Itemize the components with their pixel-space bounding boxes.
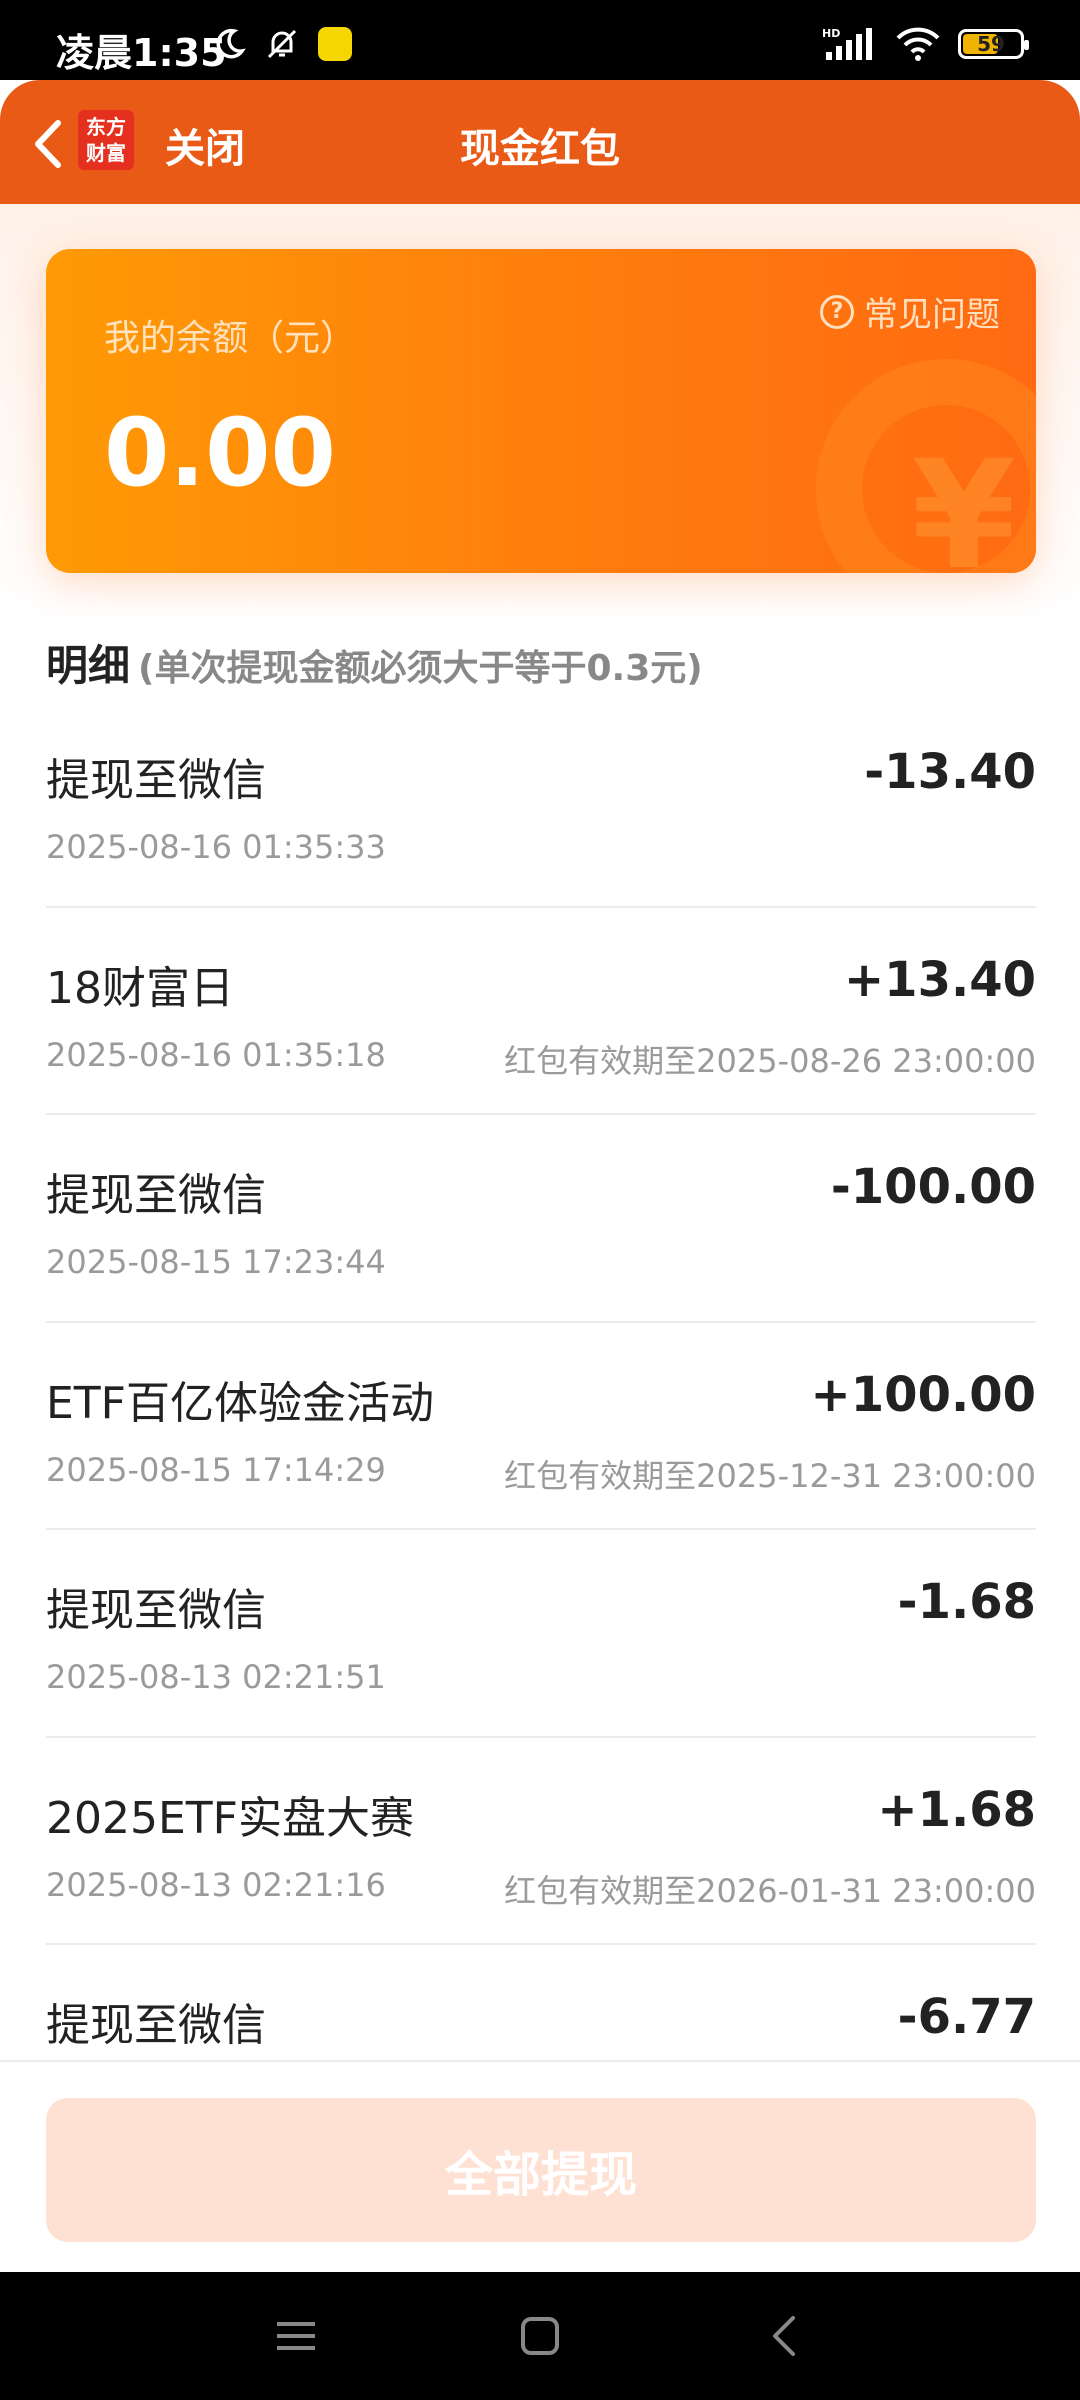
nav-back-icon [773, 2316, 795, 2356]
app-header: 东方 财富 关闭 现金红包 [0, 80, 1080, 204]
transaction-amount: +100.00 [810, 1366, 1036, 1423]
signal-icon: HD [822, 27, 872, 60]
transaction-title: ETF百亿体验金活动 [46, 1377, 434, 1429]
detail-note: (单次提现金额必须大于等于0.3元) [138, 648, 703, 689]
menu-button[interactable] [266, 2306, 326, 2366]
transaction-row: 18财富日 +13.40 2025-08-16 01:35:18 红包有效期至2… [46, 908, 1036, 1115]
faq-link[interactable]: ? 常见问题 [820, 287, 1000, 336]
transaction-list[interactable]: 提现至微信 -13.40 2025-08-16 01:35:33 18财富日 +… [46, 700, 1036, 2060]
system-nav-bar [0, 2272, 1080, 2400]
detail-title: 明细 [46, 641, 131, 690]
battery-cap [1024, 40, 1029, 50]
transaction-time: 2025-08-13 02:21:16 [46, 1865, 386, 1904]
transaction-row: 提现至微信 -13.40 2025-08-16 01:35:33 [46, 700, 1036, 908]
transaction-row: 提现至微信 -100.00 2025-08-15 17:23:44 [46, 1115, 1036, 1323]
status-bar: 凌晨1:35 HD 59 [0, 0, 1080, 80]
moon-icon [216, 28, 246, 59]
transaction-time: 2025-08-13 02:21:51 [46, 1658, 386, 1696]
yen-icon: ¥ [911, 429, 1016, 573]
transaction-expiry: 红包有效期至2025-12-31 23:00:00 [504, 1456, 1036, 1495]
bottom-action-bar: 全部提现 [0, 2060, 1080, 2272]
transaction-title: 提现至微信 [46, 1170, 266, 1221]
transaction-amount: -1.68 [897, 1574, 1036, 1630]
balance-card: ¥ 我的余额（元） 0.00 ? 常见问题 [46, 249, 1036, 573]
transaction-amount: +1.68 [877, 1781, 1036, 1838]
transaction-amount: -6.77 [897, 1989, 1036, 2045]
transaction-expiry: 红包有效期至2025-08-26 23:00:00 [504, 1041, 1036, 1080]
nav-back-button[interactable] [754, 2306, 814, 2366]
transaction-title: 18财富日 [46, 962, 234, 1014]
balance-value: 0.00 [104, 399, 336, 508]
transaction-title: 提现至微信 [46, 1585, 266, 1636]
withdraw-all-button[interactable]: 全部提现 [46, 2098, 1036, 2242]
mute-bell-icon [267, 29, 297, 59]
battery-icon: 59 [958, 29, 1029, 59]
transaction-row: 提现至微信 -6.77 [46, 1945, 1036, 2060]
page-title: 现金红包 [460, 126, 620, 172]
transaction-amount: -100.00 [830, 1159, 1036, 1215]
question-circle-icon: ? [820, 294, 854, 329]
detail-heading: 明细 (单次提现金额必须大于等于0.3元) [46, 632, 703, 693]
transaction-row: 2025ETF实盘大赛 +1.68 2025-08-13 02:21:16 红包… [46, 1738, 1036, 1945]
status-icons-right: HD 59 [822, 26, 1029, 62]
transaction-time: 2025-08-16 01:35:33 [46, 828, 386, 866]
transaction-row: 提现至微信 -1.68 2025-08-13 02:21:51 [46, 1530, 1036, 1738]
app-notification-icon [318, 27, 352, 61]
transaction-title: 2025ETF实盘大赛 [46, 1792, 414, 1844]
network-type-label: HD [822, 27, 840, 40]
transaction-time: 2025-08-15 17:23:44 [46, 1243, 386, 1281]
transaction-time: 2025-08-16 01:35:18 [46, 1035, 386, 1074]
transaction-time: 2025-08-15 17:14:29 [46, 1450, 386, 1489]
faq-label: 常见问题 [864, 295, 1000, 335]
status-time: 凌晨1:35 [56, 31, 227, 75]
transaction-row: ETF百亿体验金活动 +100.00 2025-08-15 17:14:29 红… [46, 1323, 1036, 1530]
transaction-title: 提现至微信 [46, 755, 266, 806]
battery-percent: 59 [977, 32, 1005, 56]
transaction-amount: -13.40 [864, 744, 1036, 800]
menu-icon [277, 2322, 315, 2350]
home-square-icon [521, 2317, 559, 2355]
transaction-title: 提现至微信 [46, 2000, 266, 2051]
transaction-amount: +13.40 [843, 951, 1036, 1008]
balance-label: 我的余额（元） [104, 318, 357, 359]
status-icons-left [212, 26, 352, 62]
home-button[interactable] [510, 2306, 570, 2366]
transaction-expiry: 红包有效期至2026-01-31 23:00:00 [504, 1871, 1036, 1910]
wifi-icon [896, 27, 940, 61]
